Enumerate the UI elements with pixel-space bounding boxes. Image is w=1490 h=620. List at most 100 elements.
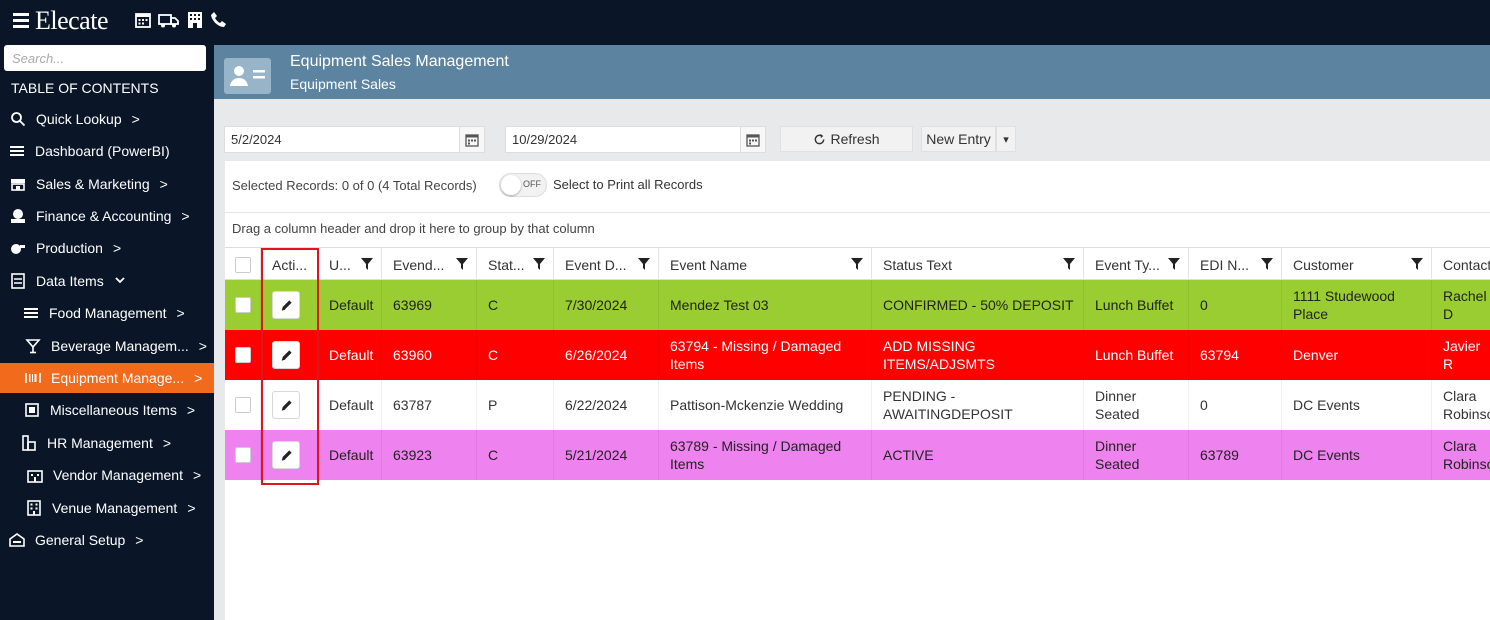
event-type-cell: Dinner Seated bbox=[1084, 430, 1189, 480]
column-header-actions[interactable]: Acti... bbox=[261, 248, 318, 281]
column-header-event-type[interactable]: Event Ty... bbox=[1084, 248, 1189, 281]
sidebar-item-equipment-management[interactable]: Equipment Manage... > bbox=[0, 363, 214, 393]
sidebar-item-finance[interactable]: Finance & Accounting > bbox=[0, 201, 214, 231]
sidebar-item-label: Miscellaneous Items bbox=[50, 402, 177, 418]
edi-cell: 63794 bbox=[1189, 330, 1282, 380]
row-checkbox[interactable] bbox=[235, 347, 251, 363]
status-cell: C bbox=[477, 280, 554, 330]
toggle-knob bbox=[501, 175, 521, 195]
filter-icon[interactable] bbox=[1261, 258, 1273, 270]
end-date-field[interactable]: 10/29/2024 bbox=[505, 126, 766, 153]
sidebar-item-sales-marketing[interactable]: Sales & Marketing > bbox=[0, 169, 214, 199]
row-checkbox-cell bbox=[225, 380, 261, 430]
sidebar-item-quick-lookup[interactable]: Quick Lookup > bbox=[0, 104, 214, 134]
filter-icon[interactable] bbox=[1168, 258, 1180, 270]
hamburger-menu-icon[interactable] bbox=[13, 13, 29, 28]
new-entry-button[interactable]: New Entry bbox=[921, 126, 996, 152]
misc-icon bbox=[24, 402, 40, 418]
sidebar-item-general-setup[interactable]: General Setup > bbox=[0, 525, 214, 555]
column-header-user[interactable]: U... bbox=[318, 248, 382, 281]
filter-icon[interactable] bbox=[851, 258, 863, 270]
select-all-checkbox[interactable] bbox=[235, 256, 251, 273]
chevron-down-icon bbox=[114, 273, 126, 289]
column-header-event-date[interactable]: Event D... bbox=[554, 248, 659, 281]
table-row[interactable]: Default 63923 C 5/21/2024 63789 - Missing / … bbox=[225, 430, 1490, 480]
event-date-cell: 6/26/2024 bbox=[554, 330, 659, 380]
filter-icon[interactable] bbox=[456, 258, 468, 270]
end-date-value[interactable]: 10/29/2024 bbox=[506, 132, 740, 147]
new-entry-dropdown-button[interactable]: ▾ bbox=[996, 126, 1016, 152]
event-type-cell: Dinner Seated bbox=[1084, 380, 1189, 430]
calendar-icon[interactable] bbox=[134, 11, 152, 29]
edit-button[interactable] bbox=[272, 291, 300, 319]
sidebar-item-label: Venue Management bbox=[52, 500, 178, 516]
event-name-cell: Pattison-Mckenzie Wedding bbox=[659, 380, 872, 430]
production-icon bbox=[10, 240, 26, 256]
status-text-cell: PENDING - AWAITINGDEPOSIT bbox=[872, 380, 1084, 430]
table-row[interactable]: Default 63969 C 7/30/2024 Mendez Test 03 CONF… bbox=[225, 280, 1490, 330]
edit-button[interactable] bbox=[272, 441, 300, 469]
pencil-icon bbox=[281, 349, 292, 361]
sidebar-item-venue-management[interactable]: Venue Management > bbox=[0, 493, 214, 523]
column-header-event-name[interactable]: Event Name bbox=[659, 248, 872, 281]
row-checkbox[interactable] bbox=[235, 297, 251, 313]
edi-cell: 0 bbox=[1189, 380, 1282, 430]
print-all-toggle[interactable]: OFF bbox=[499, 173, 547, 197]
column-header-evend[interactable]: Evend... bbox=[382, 248, 477, 281]
truck-icon[interactable] bbox=[158, 11, 180, 29]
sidebar-item-vendor-management[interactable]: Vendor Management > bbox=[0, 460, 214, 490]
chevron-right-icon: > bbox=[186, 402, 196, 418]
event-date-cell: 7/30/2024 bbox=[554, 280, 659, 330]
filter-icon[interactable] bbox=[533, 258, 545, 270]
sidebar-item-dashboard[interactable]: Dashboard (PowerBI) bbox=[0, 136, 214, 166]
column-header-edi[interactable]: EDI N... bbox=[1189, 248, 1282, 281]
calendar-icon[interactable] bbox=[740, 127, 765, 152]
calendar-icon[interactable] bbox=[459, 127, 484, 152]
phone-icon[interactable] bbox=[210, 11, 228, 29]
edit-button[interactable] bbox=[272, 391, 300, 419]
column-header-status-text[interactable]: Status Text bbox=[872, 248, 1084, 281]
sidebar-item-label: Quick Lookup bbox=[36, 111, 122, 127]
sidebar-item-miscellaneous[interactable]: Miscellaneous Items > bbox=[0, 395, 214, 425]
action-cell bbox=[261, 330, 318, 380]
sidebar-item-production[interactable]: Production > bbox=[0, 233, 214, 263]
filter-icon[interactable] bbox=[638, 258, 650, 270]
sidebar-item-label: Food Management bbox=[49, 305, 167, 321]
refresh-button[interactable]: Refresh bbox=[780, 126, 913, 152]
start-date-value[interactable]: 5/2/2024 bbox=[225, 132, 459, 147]
sidebar-item-hr-management[interactable]: HR Management > bbox=[0, 428, 214, 458]
customer-cell: DC Events bbox=[1282, 380, 1432, 430]
sidebar-item-data-items[interactable]: Data Items bbox=[0, 266, 214, 296]
event-name-cell: 63794 - Missing / Damaged Items bbox=[659, 330, 872, 380]
sidebar: TABLE OF CONTENTS Quick Lookup > Dashboa… bbox=[0, 45, 214, 620]
filter-icon[interactable] bbox=[1063, 258, 1075, 270]
app-logo[interactable]: Elecate bbox=[35, 6, 109, 36]
edit-button[interactable] bbox=[272, 341, 300, 369]
chevron-right-icon: > bbox=[131, 111, 140, 127]
column-header-contact[interactable]: Contact bbox=[1432, 248, 1490, 281]
group-by-panel[interactable]: Drag a column header and drop it here to… bbox=[225, 212, 1490, 246]
filter-icon[interactable] bbox=[1411, 258, 1423, 270]
table-row[interactable]: Default 63787 P 6/22/2024 Pattison-Mckenzie … bbox=[225, 380, 1490, 430]
building-icon[interactable] bbox=[186, 11, 204, 29]
sidebar-item-label: Production bbox=[36, 240, 103, 256]
chevron-right-icon: > bbox=[198, 338, 207, 354]
pencil-icon bbox=[281, 299, 292, 311]
status-cell: C bbox=[477, 430, 554, 480]
column-header-status[interactable]: Stat... bbox=[477, 248, 554, 281]
sidebar-item-beverage-management[interactable]: Beverage Managem... > bbox=[0, 331, 214, 361]
start-date-field[interactable]: 5/2/2024 bbox=[224, 126, 485, 153]
column-header-customer[interactable]: Customer bbox=[1282, 248, 1432, 281]
event-date-cell: 5/21/2024 bbox=[554, 430, 659, 480]
sidebar-item-food-management[interactable]: Food Management > bbox=[0, 298, 214, 328]
row-checkbox[interactable] bbox=[235, 447, 251, 463]
page-title: Equipment Sales Management bbox=[290, 53, 509, 70]
sidebar-search-input[interactable] bbox=[4, 45, 206, 71]
menu-icon bbox=[9, 143, 25, 159]
table-row[interactable]: Default 63960 C 6/26/2024 63794 - Missing / … bbox=[225, 330, 1490, 380]
sidebar-item-label: Sales & Marketing bbox=[36, 176, 150, 192]
records-panel: Selected Records: 0 of 0 (4 Total Record… bbox=[225, 161, 1490, 620]
top-bar: Elecate bbox=[0, 0, 1490, 45]
row-checkbox[interactable] bbox=[235, 397, 251, 413]
filter-icon[interactable] bbox=[361, 258, 373, 270]
